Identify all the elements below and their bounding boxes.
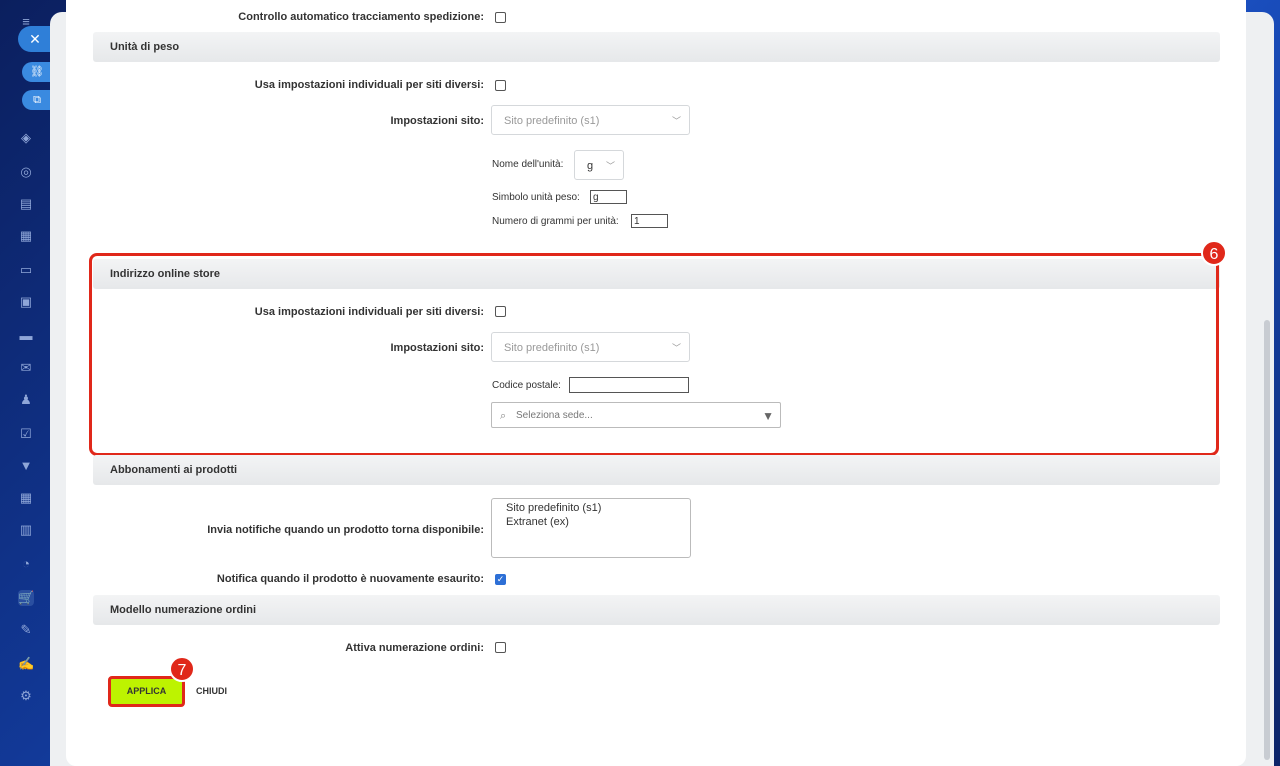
soldout-notify-checkbox[interactable]: ✓ — [495, 574, 506, 585]
tracking-auto-label: Controllo automatico tracciamento spediz… — [238, 11, 484, 23]
chevron-down-icon: ﹀ — [671, 116, 681, 126]
unit-name-select[interactable]: g ﹀ — [574, 150, 624, 180]
weight-symbol-input[interactable]: g — [590, 190, 627, 204]
file-icon[interactable]: ▭ — [18, 262, 34, 278]
edit-doc-icon[interactable]: ✎ — [18, 622, 34, 638]
notify-sites-listbox[interactable]: Sito predefinito (s1) Extranet (ex) — [491, 498, 691, 558]
open-new-window-icon[interactable]: ⧉ — [22, 90, 52, 110]
grams-per-unit-label: Numero di grammi per unità: — [492, 216, 619, 227]
step-badge-7: 7 — [169, 656, 195, 682]
section-product-subscriptions: Abbonamenti ai prodotti — [93, 455, 1220, 485]
weight-site-select[interactable]: Sito predefinito (s1) ﹀ — [491, 105, 690, 135]
order-numbering-label: Attiva numerazione ordini: — [345, 642, 484, 654]
listbox-option[interactable]: Extranet (ex) — [506, 515, 676, 529]
close-slider-button[interactable]: ✕ — [18, 26, 52, 52]
soldout-notify-label: Notifica quando il prodotto è nuovamente… — [216, 573, 484, 585]
notify-available-label: Invia notifiche quando un prodotto torna… — [207, 524, 484, 536]
grams-per-unit-input[interactable]: 1 — [631, 214, 668, 228]
tracking-auto-checkbox[interactable] — [495, 12, 506, 23]
sign-icon[interactable]: ✍ — [18, 656, 34, 672]
section-order-numbering: Modello numerazione ordini — [93, 595, 1220, 625]
settings-icon[interactable]: ◎ — [18, 164, 34, 180]
weight-individual-checkbox[interactable] — [495, 80, 506, 91]
planner-icon[interactable]: ▦ — [18, 490, 34, 506]
filter-icon[interactable]: ▼ — [18, 458, 34, 474]
weight-symbol-label: Simbolo unità peso: — [492, 192, 580, 203]
calendar-icon[interactable]: ▦ — [18, 228, 34, 244]
order-numbering-checkbox[interactable] — [495, 642, 506, 653]
weight-site-label: Impostazioni sito: — [390, 115, 485, 127]
unit-name-label: Nome dell'unità: — [492, 159, 564, 170]
cart-icon[interactable]: 🛒 — [18, 590, 34, 606]
tag-icon[interactable]: ◈ — [18, 130, 34, 146]
apply-button[interactable]: APPLICA — [108, 676, 185, 707]
tasks-icon[interactable]: ☑ — [18, 426, 34, 442]
chevron-down-icon: ﹀ — [605, 161, 615, 171]
weight-individual-label: Usa impostazioni individuali per siti di… — [254, 79, 484, 91]
listbox-option[interactable]: Sito predefinito (s1) — [506, 501, 676, 515]
document-icon[interactable]: ▤ — [18, 196, 34, 212]
close-button[interactable]: CHIUDI — [196, 686, 227, 696]
step-badge-6: 6 — [1201, 240, 1227, 266]
analytics-icon[interactable]: ◔ — [18, 556, 34, 572]
contacts-icon[interactable]: ♟ — [18, 392, 34, 408]
highlight-box-store-address — [89, 253, 1219, 456]
mail-icon[interactable]: ✉ — [18, 360, 34, 376]
user-settings-icon[interactable]: ⚙ — [18, 688, 34, 704]
section-weight-units: Unità di peso — [93, 32, 1220, 62]
scrollbar[interactable] — [1264, 320, 1270, 760]
